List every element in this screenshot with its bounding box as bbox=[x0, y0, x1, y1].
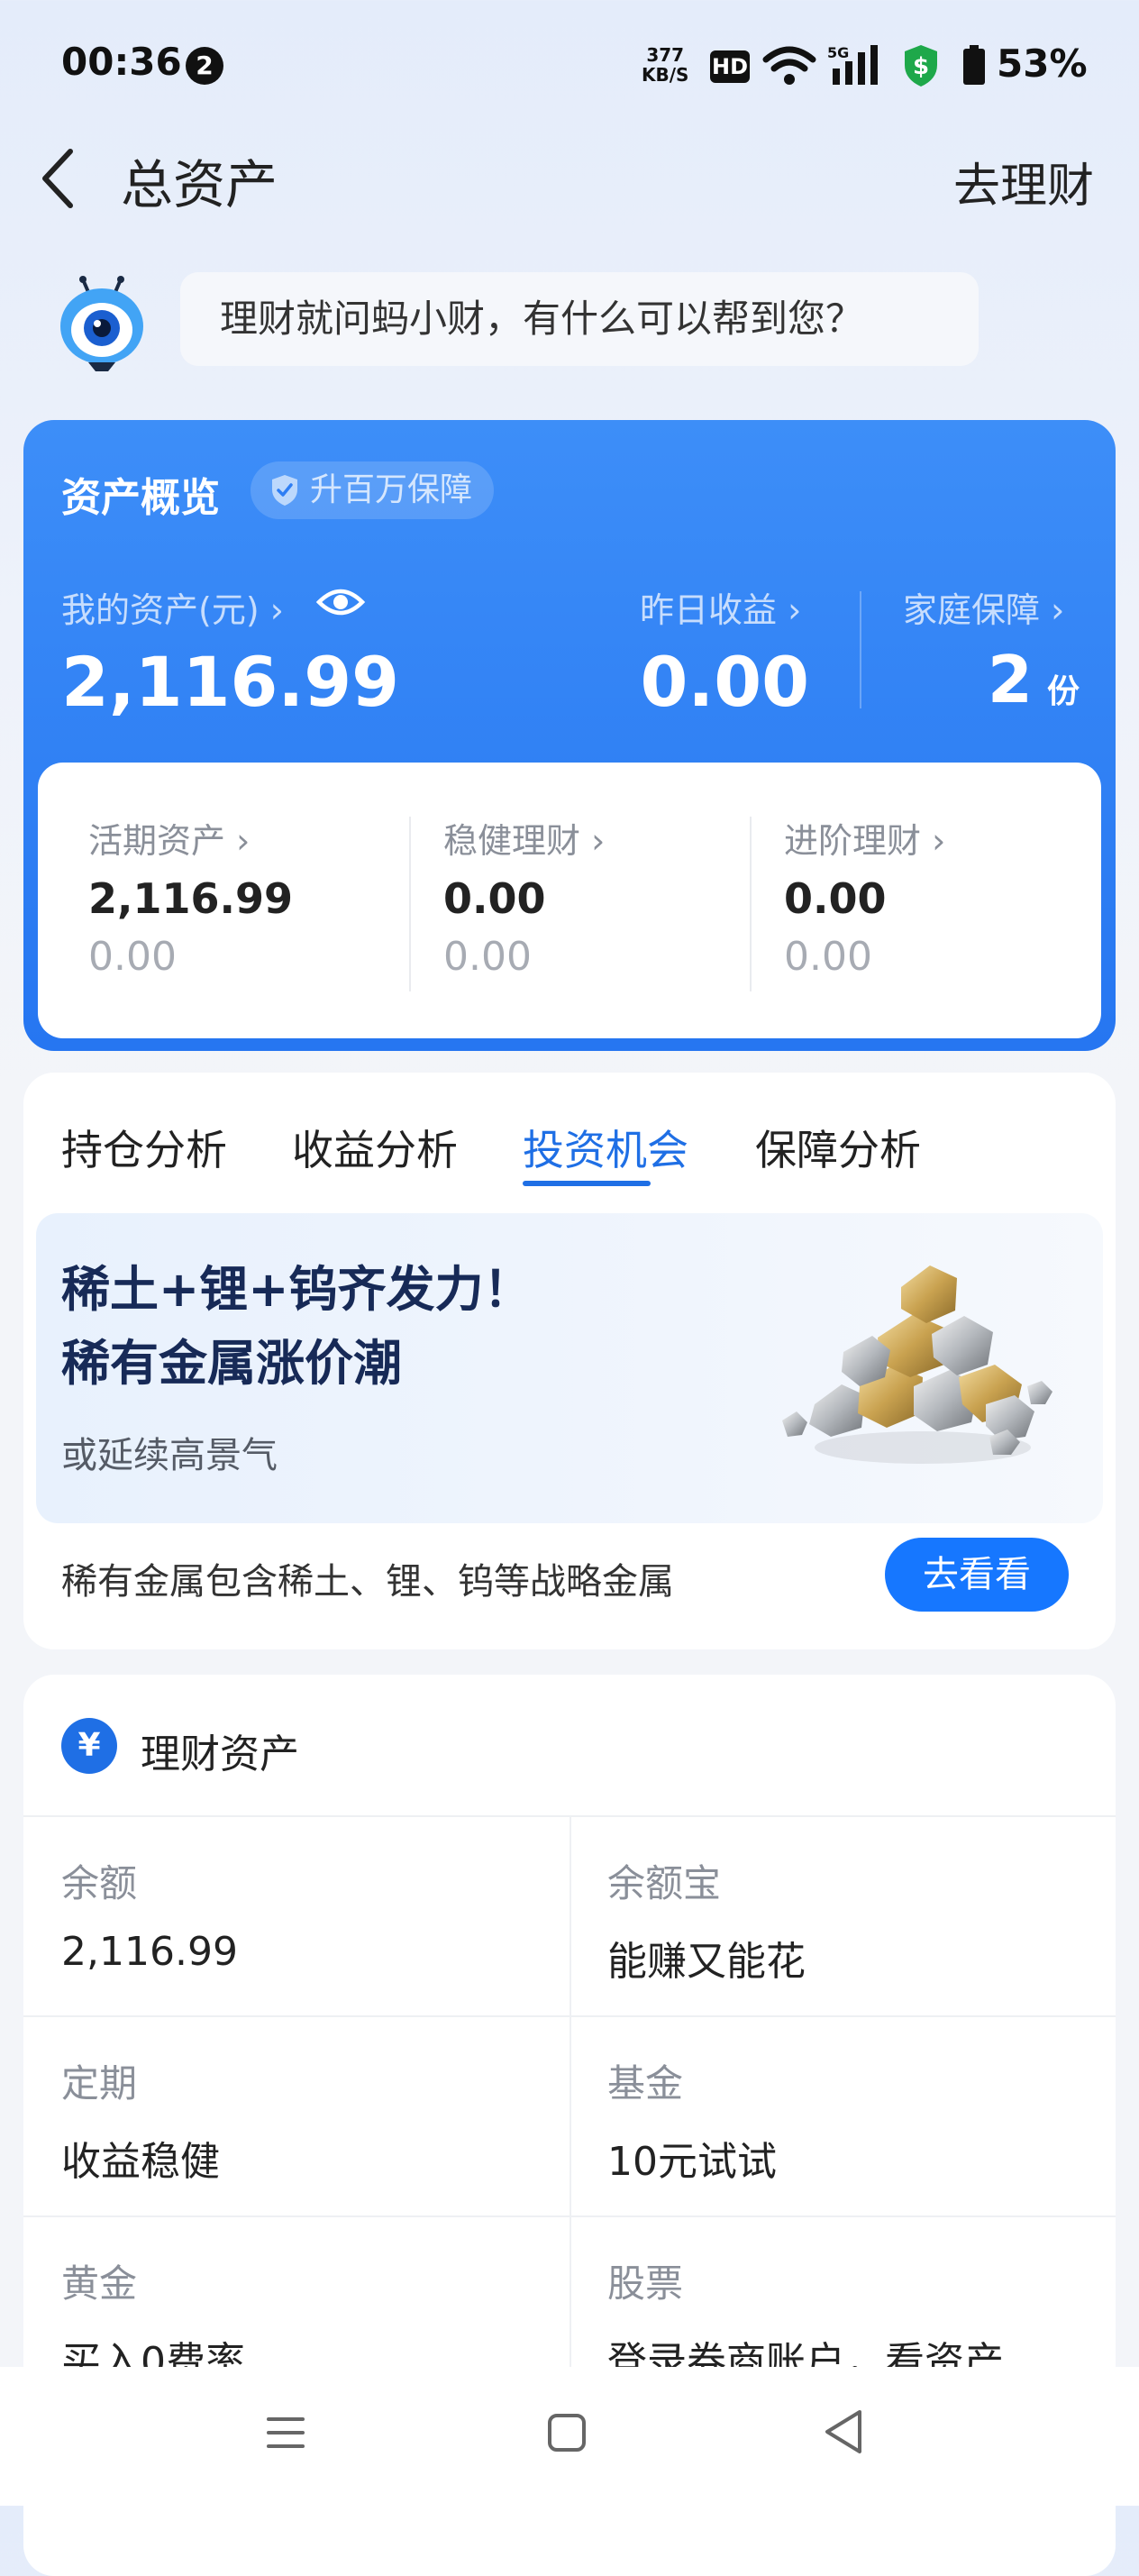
overview-divider bbox=[860, 591, 861, 708]
promo-title: 稀土+锂+钨齐发力！ 稀有金属涨价潮 bbox=[61, 1253, 533, 1401]
current-assets-label: 活期资产 › bbox=[88, 821, 251, 861]
svg-text:$: $ bbox=[913, 53, 929, 80]
family-protection-value: 2份 bbox=[988, 642, 1080, 717]
yesterday-earnings-label[interactable]: 昨日收益 › bbox=[640, 582, 801, 632]
advanced-finance-change: 0.00 bbox=[784, 934, 872, 980]
asset-item-label: 余额 bbox=[61, 1861, 138, 1905]
asset-item-label: 黄金 bbox=[61, 2261, 138, 2306]
status-time: 00:36 bbox=[61, 40, 182, 84]
battery-icon bbox=[963, 45, 985, 85]
asset-breakdown-card: 活期资产 › 2,116.99 0.00 稳健理财 › 0.00 0.00 进阶… bbox=[38, 763, 1101, 1038]
tab-earnings-analysis[interactable]: 收益分析 bbox=[292, 1118, 458, 1177]
promo-description: 稀有金属包含稀土、锂、钨等战略金属 bbox=[61, 1561, 674, 1603]
family-protection-count: 2 bbox=[987, 642, 1033, 717]
battery-percentage: 53% bbox=[997, 41, 1088, 86]
asset-item-label: 定期 bbox=[61, 2061, 138, 2106]
yen-icon: ¥ bbox=[61, 1718, 117, 1774]
net-speed-unit: KB/S bbox=[642, 64, 689, 86]
back-arrow-icon[interactable] bbox=[36, 146, 81, 211]
asset-item-value: 10元试试 bbox=[607, 2139, 777, 2185]
hd-icon: HD bbox=[710, 50, 750, 83]
tab-holdings-analysis[interactable]: 持仓分析 bbox=[61, 1118, 227, 1177]
net-speed-value: 377 bbox=[646, 44, 685, 66]
active-tab-indicator bbox=[523, 1181, 651, 1186]
promo-title-line1: 稀土+锂+钨齐发力！ bbox=[61, 1261, 533, 1318]
guarantee-badge[interactable]: 升百万保障 bbox=[251, 461, 495, 519]
promo-subtitle: 或延续高景气 bbox=[61, 1435, 278, 1476]
assistant-prompt-bubble[interactable]: 理财就问蚂小财，有什么可以帮到您？ bbox=[180, 272, 979, 366]
current-assets-value: 2,116.99 bbox=[88, 874, 293, 923]
rare-metals-image bbox=[782, 1265, 1052, 1464]
current-assets-change: 0.00 bbox=[88, 934, 177, 980]
notification-count-badge: 2 bbox=[186, 47, 223, 85]
overview-title: 资产概览 bbox=[61, 475, 220, 521]
asset-item-label: 余额宝 bbox=[607, 1861, 722, 1905]
advanced-finance-label: 进阶理财 › bbox=[784, 821, 946, 861]
asset-item-label: 股票 bbox=[607, 2261, 684, 2306]
stable-finance-label: 稳健理财 › bbox=[443, 821, 606, 861]
column-divider bbox=[570, 2017, 571, 2215]
recent-apps-menu-icon[interactable] bbox=[265, 2412, 306, 2453]
my-assets-label[interactable]: 我的资产(元) › bbox=[61, 582, 284, 632]
promo-title-line2: 稀有金属涨价潮 bbox=[61, 1335, 402, 1392]
network-speed: 377 KB/S bbox=[642, 45, 688, 85]
stable-finance-change: 0.00 bbox=[443, 934, 532, 980]
my-assets-value: 2,116.99 bbox=[61, 642, 400, 722]
asset-item-label: 基金 bbox=[607, 2061, 684, 2106]
asset-overview-card: 资产概览 升百万保障 我的资产(元) › 2,116.99 昨日收益 › 0.0… bbox=[23, 420, 1116, 1051]
security-shield-icon: $ bbox=[905, 45, 937, 87]
network-label: 5G bbox=[827, 44, 849, 61]
go-see-button[interactable]: 去看看 bbox=[885, 1538, 1069, 1612]
asset-item-value: 能赚又能花 bbox=[607, 1939, 806, 1985]
shield-check-icon bbox=[272, 475, 297, 506]
finance-assets-title: 理财资产 bbox=[141, 1731, 299, 1777]
advanced-finance-value: 0.00 bbox=[784, 874, 887, 923]
tab-protection-analysis[interactable]: 保障分析 bbox=[755, 1118, 921, 1177]
go-finance-link[interactable]: 去理财 bbox=[953, 148, 1094, 215]
yesterday-earnings-value: 0.00 bbox=[640, 642, 809, 722]
asset-item-value: 收益稳健 bbox=[61, 2139, 220, 2185]
wifi-icon bbox=[762, 46, 816, 85]
eye-visibility-icon[interactable] bbox=[315, 582, 366, 622]
signal-5g-icon: 5G bbox=[827, 44, 878, 85]
guarantee-badge-label: 升百万保障 bbox=[310, 471, 473, 508]
advanced-finance-column[interactable]: 进阶理财 › 0.00 0.00 bbox=[752, 763, 1101, 1038]
family-protection-label[interactable]: 家庭保障 › bbox=[903, 582, 1064, 632]
column-divider bbox=[570, 1817, 571, 2017]
family-protection-unit: 份 bbox=[1046, 673, 1080, 710]
home-square-icon[interactable] bbox=[546, 2412, 588, 2453]
stable-finance-column[interactable]: 稳健理财 › 0.00 0.00 bbox=[411, 763, 753, 1038]
current-assets-column[interactable]: 活期资产 › 2,116.99 0.00 bbox=[38, 763, 395, 1038]
ant-assistant-avatar-icon[interactable] bbox=[52, 276, 151, 375]
page-title: 总资产 bbox=[121, 154, 278, 215]
tab-investment-opportunity[interactable]: 投资机会 bbox=[523, 1118, 688, 1177]
asset-item-value: 2,116.99 bbox=[61, 1929, 238, 1975]
back-triangle-icon[interactable] bbox=[820, 2407, 865, 2457]
stable-finance-value: 0.00 bbox=[443, 874, 546, 923]
